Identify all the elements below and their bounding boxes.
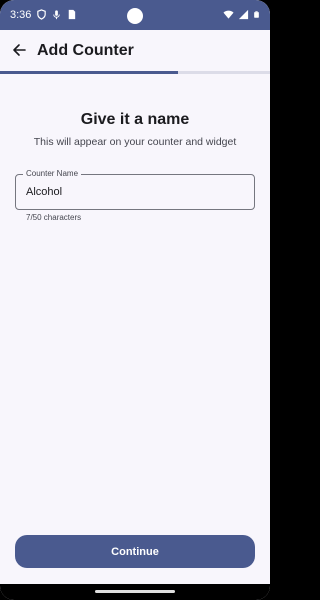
navigation-bar (0, 584, 270, 600)
continue-button[interactable]: Continue (15, 535, 255, 568)
counter-name-input[interactable] (26, 184, 246, 200)
status-icons-right (223, 9, 260, 20)
step-progress-bar (0, 71, 270, 74)
gesture-handle[interactable] (95, 590, 175, 593)
step-heading: Give it a name (80, 111, 190, 128)
mic-icon (53, 10, 60, 20)
status-time: 3:36 (10, 9, 32, 21)
phone-screen: 3:36 Add Counter Give it a name This wil… (0, 0, 270, 600)
arrow-left-icon (13, 44, 26, 56)
back-button[interactable] (8, 39, 30, 61)
step-progress-fill (0, 71, 179, 74)
camera-cutout (127, 8, 143, 24)
shield-icon (37, 9, 46, 20)
counter-name-field[interactable]: Counter Name (15, 169, 255, 210)
status-icons-left (36, 9, 77, 20)
counter-name-label: Counter Name (23, 169, 82, 178)
sim-card-icon (68, 9, 76, 20)
page-title: Add Counter (37, 42, 134, 59)
step-subheading: This will appear on your counter and wid… (33, 136, 237, 148)
character-count: 7/50 characters (26, 213, 82, 222)
battery-icon (254, 11, 259, 18)
status-bar: 3:36 (0, 0, 270, 30)
signal-icon (238, 9, 249, 20)
app-bar: Add Counter (0, 30, 270, 72)
wifi-icon (223, 10, 234, 19)
